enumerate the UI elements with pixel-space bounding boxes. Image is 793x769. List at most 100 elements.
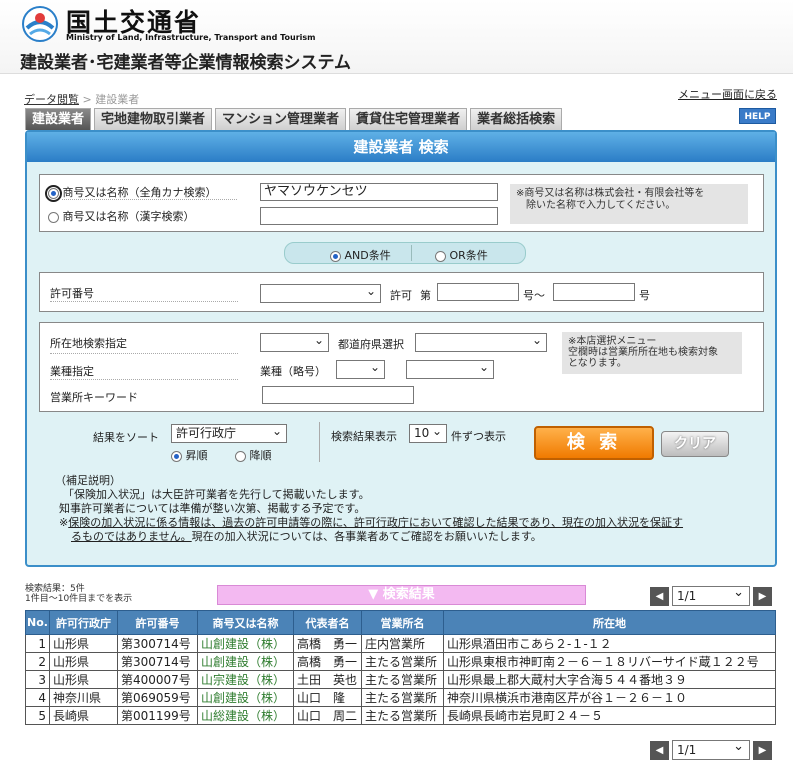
tab-construction[interactable]: 建設業者 [25,108,92,130]
office-type-select[interactable] [260,332,329,352]
or-label: OR条件 [449,249,488,262]
table-row: 5 長崎県 第001199号 山総建設（株） 山口 周二 主たる営業所 長崎県長… [25,706,776,725]
radio-or[interactable] [435,250,446,262]
gyoshu-select-2[interactable] [406,359,494,379]
cell-office: 庄内営業所 [361,634,444,653]
search-panel: 建設業者 検索 商号又は名称（全角カナ検索） 商号又は名称（漢字検索） ヤマソウ… [25,130,777,567]
result-count: 検索結果：5件 1件目～10件目までを表示 [25,584,132,604]
result-count-total: 検索結果：5件 [25,584,85,594]
col-authority: 許可行政庁 [49,610,118,635]
and-label: AND条件 [344,249,391,262]
notes-line-1: （補足説明） [55,474,121,487]
company-link[interactable]: 山創建設（株） [197,634,294,653]
notes-line-5-text: 現在の加入状況については、各事業者あてご確認をお願いいたします。 [191,530,542,543]
cell-office: 主たる営業所 [361,652,444,671]
permit-range-label: 号～ [523,289,545,302]
desc-option[interactable]: 降順 [235,447,272,463]
name-kana-input[interactable]: ヤマソウケンセツ [260,183,498,201]
name-note: ※商号又は名称は株式会社・有限会社等を 除いた名称で入力してください。 [510,184,748,224]
radio-asc[interactable] [171,450,182,462]
cell-permit-no: 第001199号 [117,706,198,725]
results-header-row: No. 許可行政庁 許可番号 商号又は名称 代表者名 営業所名 所在地 [25,610,776,635]
company-link[interactable]: 山創建設（株） [197,688,294,707]
cell-no: 3 [25,670,50,689]
name-kana-option[interactable]: 商号又は名称（全角カナ検索） [45,184,238,202]
radio-kana[interactable] [45,184,62,202]
notes-line-4: ※保険の加入状況に係る情報は、過去の許可申請等の際に、許可行政庁において確認した… [55,516,775,530]
company-link[interactable]: 山宗建設（株） [197,670,294,689]
permit-go-label: 号 [639,289,650,302]
results-table: No. 許可行政庁 許可番号 商号又は名称 代表者名 営業所名 所在地 1 山形… [25,610,776,725]
breadcrumb: データ閲覧 > 建設業者 [24,91,139,107]
name-kanji-input[interactable] [260,207,498,225]
keyword-label: 営業所キーワード [50,391,138,404]
sort-select[interactable]: 許可行政庁 [171,423,287,443]
cell-address: 山形県最上郡大蔵村大字合海５４４番地３９ [443,670,776,689]
site-header: 国土交通省 Ministry of Land, Infrastructure, … [0,0,793,74]
cell-authority: 山形県 [49,670,118,689]
name-kanji-label: 商号又は名称（漢字検索） [62,210,195,223]
company-link[interactable]: 山総建設（株） [197,706,294,725]
help-button[interactable]: HELP [739,108,776,124]
prev-page-button-bottom[interactable]: ◀ [650,740,669,760]
breadcrumb-sep: > [82,93,92,106]
col-permit-no: 許可番号 [117,610,198,635]
notes-line-4-mark: ※ [59,516,69,529]
permit-dai-label: 第 [420,289,431,302]
col-address: 所在地 [443,610,776,635]
result-count-range: 1件目～10件目までを表示 [25,594,133,604]
cell-office: 主たる営業所 [361,706,444,725]
gyoshu-label: 業種指定 [50,365,94,378]
cell-representative: 山口 周二 [293,706,362,725]
gyoshu-select-1[interactable] [336,359,385,379]
notes-line-3: 知事許可業者については準備が整い次第、掲載する予定です。 [59,502,366,515]
display-suffix: 件ずつ表示 [451,430,506,443]
mlit-logo-icon [22,6,58,42]
tab-general-search[interactable]: 業者総括検索 [470,108,563,130]
cell-authority: 山形県 [49,652,118,671]
cell-office: 主たる営業所 [361,670,444,689]
asc-option[interactable]: 昇順 [171,447,208,463]
next-page-button-bottom[interactable]: ▶ [753,740,772,760]
company-link[interactable]: 山創建設（株） [197,652,294,671]
breadcrumb-current: 建設業者 [95,93,140,106]
result-heading-bar: ▼ 検索結果 [217,585,586,605]
name-search-box: 商号又は名称（全角カナ検索） 商号又は名称（漢字検索） ヤマソウケンセツ ※商号… [39,174,764,232]
col-representative: 代表者名 [293,610,362,635]
permit-kyoka-label: 許可 [390,289,412,302]
clear-button[interactable]: クリア [661,431,729,457]
display-count-select[interactable]: 10 [409,423,447,443]
page-select-top[interactable]: 1/1 [672,584,750,606]
permit-number-from-input[interactable] [437,283,519,301]
permit-type-select[interactable] [260,283,381,303]
cell-permit-no: 第300714号 [117,652,198,671]
cell-permit-no: 第300714号 [117,634,198,653]
name-kanji-option[interactable]: 商号又は名称（漢字検索） [48,208,238,224]
prefecture-select[interactable] [415,332,547,352]
notes-line-4-text: 保険の加入状況に係る情報は、過去の許可申請等の際に、許可行政庁において確認した結… [68,516,684,529]
permit-number-to-input[interactable] [553,283,635,301]
radio-desc[interactable] [235,450,246,462]
radio-and[interactable] [330,250,341,262]
cell-representative: 山口 隆 [293,688,362,707]
and-or-toggle: AND条件 OR条件 [284,242,526,264]
next-page-button[interactable]: ▶ [753,586,772,606]
and-option[interactable]: AND条件 [330,247,391,263]
table-row: 2 山形県 第300714号 山創建設（株） 高橋 勇一 主たる営業所 山形県東… [25,652,776,671]
loc-note: ※本店選択メニュー 空欄時は営業所所在地も検索対象 となります。 [562,332,742,374]
breadcrumb-link-data[interactable]: データ閲覧 [24,93,79,106]
col-no: No. [25,610,50,635]
search-button[interactable]: 検 索 [534,426,654,460]
tab-condo-management[interactable]: マンション管理業者 [215,108,347,130]
cell-permit-no: 第069059号 [117,688,198,707]
page-select-bottom[interactable]: 1/1 [672,738,750,760]
back-to-menu-link[interactable]: メニュー画面に戻る [678,86,777,102]
cell-permit-no: 第400007号 [117,670,198,689]
radio-kanji[interactable] [48,211,59,223]
notes-line-5: るものではありません。現在の加入状況については、各事業者あてご確認をお願いいたし… [55,530,775,544]
or-option[interactable]: OR条件 [435,247,488,263]
tab-rental-management[interactable]: 賃貸住宅管理業者 [349,108,468,130]
keyword-input[interactable] [262,386,414,404]
prev-page-button[interactable]: ◀ [650,586,669,606]
tab-real-estate[interactable]: 宅地建物取引業者 [94,108,213,130]
